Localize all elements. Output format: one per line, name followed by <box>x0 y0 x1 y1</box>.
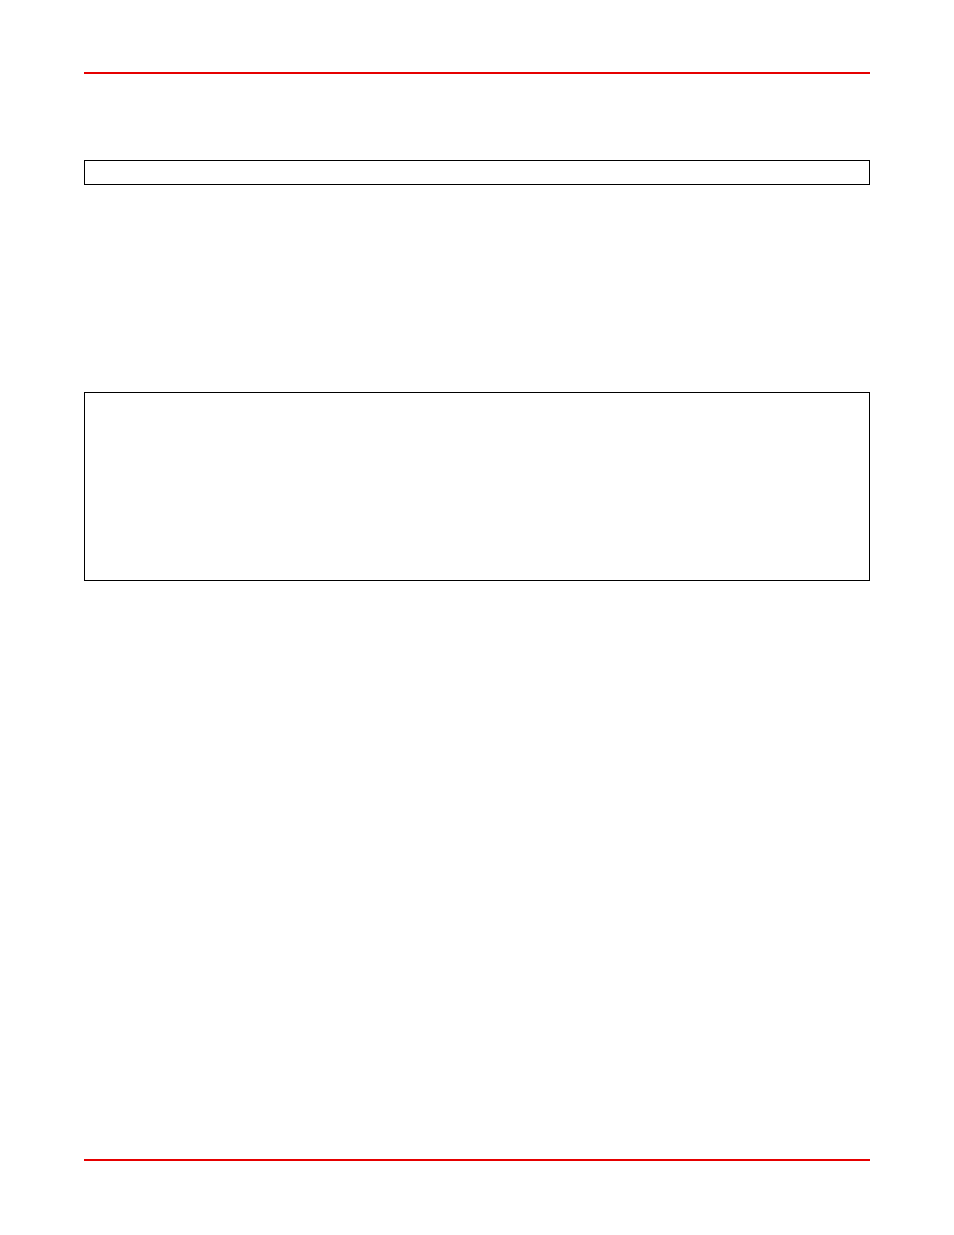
header-divider <box>84 72 870 74</box>
content-box-large <box>84 392 870 581</box>
footer-divider <box>84 1159 870 1161</box>
content-box-small <box>84 160 870 185</box>
